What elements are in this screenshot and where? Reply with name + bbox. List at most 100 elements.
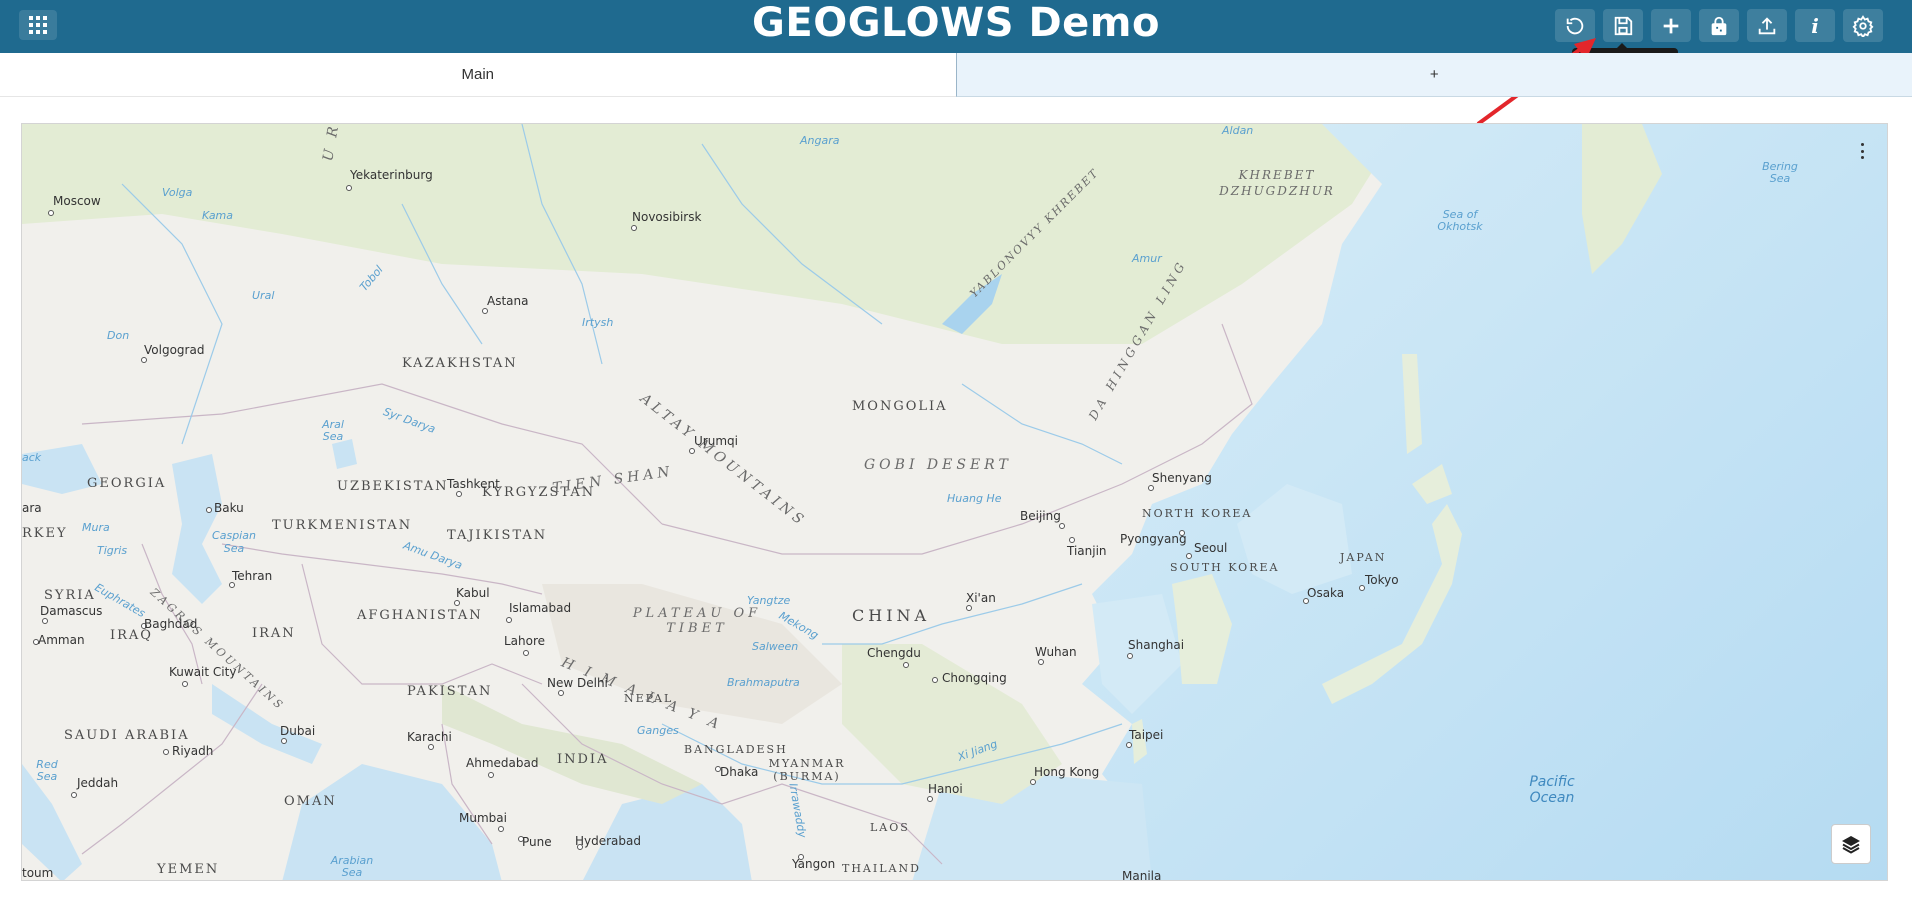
save-button[interactable] <box>1603 9 1643 42</box>
city-marker <box>182 681 188 687</box>
save-icon <box>1614 16 1633 35</box>
country-label: IRAN <box>252 626 296 641</box>
city-marker <box>1059 523 1065 529</box>
city-marker <box>206 507 212 513</box>
city-marker <box>456 491 462 497</box>
city-label: Seoul <box>1194 541 1228 555</box>
layers-icon <box>1842 836 1860 854</box>
water-label: Tigris <box>97 544 128 557</box>
city-marker <box>141 357 147 363</box>
country-label: LAOS <box>870 821 910 834</box>
kebab-dot <box>1860 149 1864 153</box>
water-label: Ural <box>252 289 275 302</box>
city-label: Hyderabad <box>575 834 641 848</box>
kebab-dot <box>1860 143 1864 146</box>
feature-label: PLATEAU OF TIBET <box>632 606 762 636</box>
tab-add[interactable]: + <box>955 53 1912 97</box>
city-label: Shenyang <box>1152 471 1212 485</box>
city-label: Lahore <box>504 634 546 648</box>
country-label: UZBEKISTAN <box>337 479 449 494</box>
city-label: Osaka <box>1307 586 1345 600</box>
city-marker <box>1069 537 1075 543</box>
city-label: Jeddah <box>77 776 119 790</box>
country-label: OMAN <box>284 794 337 809</box>
city-label: Manila <box>1122 869 1162 881</box>
city-marker <box>506 617 512 623</box>
city-label: Ahmedabad <box>466 756 539 770</box>
country-label: INDIA <box>557 752 609 767</box>
add-button[interactable] <box>1651 9 1691 42</box>
city-label: Tianjin <box>1067 544 1107 558</box>
water-label: Volga <box>162 186 193 199</box>
city-label: ara <box>22 501 42 515</box>
city-label: Pune <box>522 835 552 849</box>
water-label: Irtysh <box>582 316 614 329</box>
city-label: Wuhan <box>1035 645 1077 659</box>
city-label: Xi'an <box>966 591 996 605</box>
lock-button[interactable] <box>1699 9 1739 42</box>
city-marker <box>163 749 169 755</box>
kebab-dot <box>1860 156 1864 159</box>
upload-button[interactable] <box>1747 9 1787 42</box>
info-button[interactable]: i <box>1795 9 1835 42</box>
settings-button[interactable] <box>1843 9 1883 42</box>
water-label: Bering Sea <box>1762 160 1798 185</box>
city-label: Kuwait City <box>169 665 237 679</box>
country-label: BANGLADESH <box>684 743 788 756</box>
map-view[interactable]: GEORGIA KAZAKHSTAN UZBEKISTAN TURKMENIST… <box>21 123 1888 881</box>
city-label: Kabul <box>456 586 490 600</box>
country-label: SYRIA <box>44 588 96 603</box>
city-label: Riyadh <box>172 744 214 758</box>
refresh-button[interactable] <box>1555 9 1595 42</box>
header-toolbar: i <box>1555 9 1883 42</box>
city-marker <box>71 792 77 798</box>
city-marker <box>966 605 972 611</box>
city-label: Taipei <box>1129 728 1164 742</box>
country-label: YEMEN <box>157 862 220 877</box>
water-label: Amur <box>1132 252 1162 265</box>
city-marker <box>346 185 352 191</box>
city-label: Chengdu <box>867 646 921 660</box>
city-label: Moscow <box>53 194 101 208</box>
city-marker <box>1030 779 1036 785</box>
city-marker <box>498 826 504 832</box>
city-label: Astana <box>487 294 529 308</box>
feature-label: KHREBET DZHUGDZHUR <box>1219 168 1335 198</box>
city-marker <box>1038 659 1044 665</box>
city-label: toum <box>22 866 54 880</box>
city-label: Tashkent <box>447 477 500 491</box>
country-label: MONGOLIA <box>852 399 948 414</box>
water-label: Aral Sea <box>322 418 344 443</box>
country-label: TURKMENISTAN <box>272 518 413 533</box>
city-label: Volgograd <box>144 343 205 357</box>
country-label: AFGHANISTAN <box>357 608 483 623</box>
country-label: JAPAN <box>1340 551 1387 564</box>
city-label: Amman <box>38 633 85 647</box>
city-label: Chongqing <box>942 671 1007 685</box>
water-label: Angara <box>800 134 840 147</box>
water-label: Aldan <box>1222 124 1254 137</box>
map-menu-button[interactable] <box>1857 141 1867 161</box>
city-label: Beijing <box>1020 509 1061 523</box>
city-label: Damascus <box>40 604 103 618</box>
plus-icon <box>1663 18 1679 33</box>
city-label: Urumqi <box>694 434 738 448</box>
water-label: Yangtze <box>747 594 791 607</box>
city-marker <box>1148 485 1154 491</box>
country-label: MYANMAR (BURMA) <box>768 757 846 783</box>
city-label: Baku <box>214 501 244 515</box>
water-label: Red Sea <box>36 758 58 783</box>
tab-main[interactable]: Main <box>0 53 956 97</box>
city-marker <box>523 650 529 656</box>
country-label: RKEY <box>22 526 68 541</box>
water-label: Ganges <box>637 724 679 737</box>
water-label: Mura <box>82 521 110 534</box>
water-label: Salween <box>752 640 799 653</box>
city-label: Pyongyang <box>1120 532 1187 546</box>
country-label: PAKISTAN <box>407 684 493 699</box>
city-marker <box>1126 742 1132 748</box>
country-label: SOUTH KOREA <box>1170 561 1280 574</box>
water-label: Sea of Okhotsk <box>1437 208 1483 233</box>
layers-button[interactable] <box>1831 824 1871 864</box>
city-marker <box>932 677 938 683</box>
